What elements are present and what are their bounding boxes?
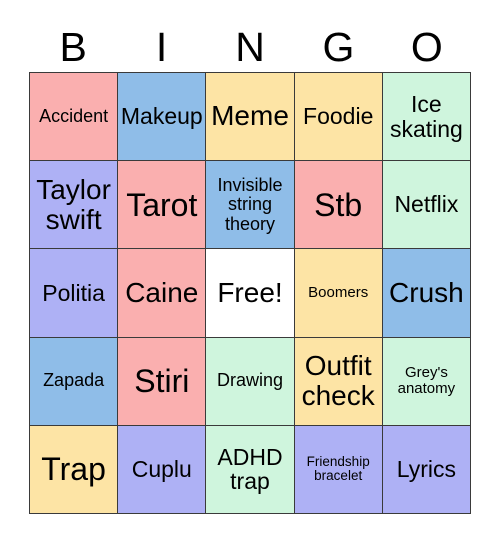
bingo-header-letter-o: O (410, 23, 443, 70)
bingo-cell-label: Politia (42, 279, 105, 306)
bingo-cell[interactable]: Lyrics (382, 425, 471, 514)
bingo-cell-label: Stb (314, 186, 363, 223)
bingo-cell[interactable]: Makeup (118, 73, 207, 162)
bingo-cell[interactable]: Ice skating (382, 73, 471, 162)
bingo-cell[interactable]: Friendship bracelet (294, 425, 383, 514)
bingo-cell-label: Tarot (126, 186, 198, 223)
bingo-cell-label: Grey's anatomy (397, 364, 456, 398)
bingo-cell-label: Ice skating (389, 90, 463, 142)
bingo-header-letter-i: I (155, 23, 168, 70)
bingo-cell-label: Zapada (43, 370, 105, 391)
bingo-grid: Accident Makeup Meme Foodie Ice skating Taylo… (29, 72, 471, 514)
bingo-cell[interactable]: Invisible string theory (206, 161, 295, 250)
bingo-cell-label: ADHD trap (217, 443, 283, 495)
bingo-cell[interactable]: Meme (206, 73, 295, 162)
bingo-cell[interactable]: Grey's anatomy (382, 337, 471, 426)
bingo-cell[interactable]: Taylor swift (30, 161, 119, 250)
bingo-cell-label: Makeup (120, 103, 203, 130)
bingo-header-letter-g: G (322, 23, 355, 70)
bingo-cell-label: Caine (125, 276, 199, 308)
bingo-cell[interactable]: Tarot (118, 161, 207, 250)
bingo-cell[interactable]: ADHD trap (206, 425, 295, 514)
bingo-cell[interactable]: Foodie (294, 73, 383, 162)
bingo-cell[interactable]: Caine (118, 249, 207, 338)
bingo-cell-label: Cuplu (131, 455, 192, 482)
bingo-cell-label: Trap (41, 451, 106, 488)
bingo-cell-label: Foodie (303, 103, 374, 130)
bingo-cell-label: Friendship bracelet (306, 453, 370, 484)
bingo-cell[interactable]: Accident (30, 73, 119, 162)
bingo-cell-free-space[interactable]: Free! (206, 249, 295, 338)
bingo-cell-label: Accident (39, 105, 109, 126)
bingo-cell-label: Crush (389, 276, 464, 308)
bingo-cell[interactable]: Trap (30, 425, 119, 514)
bingo-header-letter-n: N (235, 23, 265, 70)
bingo-cell[interactable]: Netflix (382, 161, 471, 250)
bingo-cell-label: Boomers (308, 283, 369, 301)
bingo-header-row: BINGO (29, 22, 471, 72)
bingo-cell-label: Meme (211, 100, 289, 132)
bingo-cell[interactable]: Politia (30, 249, 119, 338)
bingo-cell-label: Stiri (134, 362, 190, 399)
bingo-cell[interactable]: Drawing (206, 337, 295, 426)
bingo-cell[interactable]: Outfit check (294, 337, 383, 426)
bingo-cell-label: Taylor swift (36, 173, 111, 235)
bingo-cell[interactable]: Crush (382, 249, 471, 338)
bingo-card: B I N G O Accident Makeup Meme Foodie Ice skatin… (0, 0, 500, 544)
bingo-cell-label: Drawing (216, 370, 283, 391)
bingo-cell[interactable]: Zapada (30, 337, 119, 426)
bingo-cell[interactable]: Stiri (118, 337, 207, 426)
bingo-cell-label: Lyrics (396, 455, 456, 482)
bingo-cell[interactable]: Boomers (294, 249, 383, 338)
bingo-cell[interactable]: Cuplu (118, 425, 207, 514)
bingo-cell-label: Outfit check (301, 349, 375, 412)
bingo-cell-label: Invisible string theory (217, 174, 283, 234)
bingo-cell-label: Netflix (394, 191, 459, 218)
bingo-cell-label: Free! (217, 276, 283, 308)
bingo-cell[interactable]: Stb (294, 161, 383, 250)
bingo-header-letter-b: B (59, 23, 87, 70)
